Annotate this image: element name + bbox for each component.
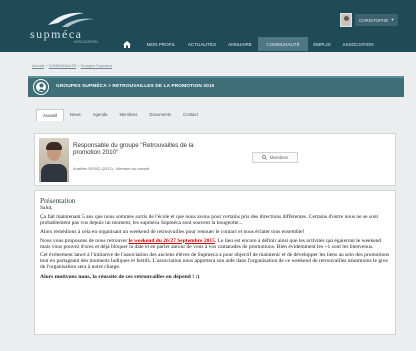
search-icon <box>261 155 267 160</box>
user-name-dropdown[interactable]: CHRISTOPHE ▾ <box>355 14 398 26</box>
group-emblem-icon <box>38 83 44 91</box>
chevron-down-icon: ▾ <box>391 17 394 22</box>
home-icon <box>123 40 131 48</box>
avatar[interactable] <box>340 13 352 27</box>
tab-agenda[interactable]: Agenda <box>87 109 114 121</box>
supmeca-logo[interactable]: supméca ASSOCIATION <box>30 9 110 44</box>
tab-contact[interactable]: Contact <box>177 109 204 121</box>
group-icon <box>34 80 48 94</box>
manager-role: Responsable du groupe "Retrouvailles de … <box>73 142 194 156</box>
presentation-greeting: Salut, <box>40 205 53 211</box>
presentation-paragraph-1: Ça fait maintenant 5 ans que nous sommes… <box>40 213 379 226</box>
site-header: supméca ASSOCIATION CHRISTOPHE ▾ MON PRO… <box>0 0 416 52</box>
logo-swirl-icon <box>48 12 94 27</box>
logo-subtext: ASSOCIATION <box>74 40 98 44</box>
presentation-panel: Présentation Salut, Ça fait maintenant 5… <box>34 190 396 335</box>
user-name: CHRISTOPHE <box>359 17 389 23</box>
group-tabs: Accueil News Agenda Membres Documents Co… <box>36 109 204 121</box>
nav-communaute[interactable]: COMMUNAUTÉ <box>258 37 308 51</box>
nav-home[interactable] <box>114 37 140 51</box>
manager-photo[interactable] <box>39 138 69 182</box>
manager-name: Aurélien RISSO (2012) - Membre du consei… <box>73 166 149 171</box>
presentation-paragraph-2: Alors remédions à cela en organisant un … <box>40 228 305 235</box>
main-nav: MON PROFIL ACTUALITÉS ANNUAIRE COMMUNAUT… <box>114 37 380 51</box>
nav-emploi[interactable]: EMPLOI <box>308 37 336 51</box>
presentation-paragraph-3: Nous vous proposons de nous retrouver le… <box>40 238 390 251</box>
group-banner: GROUPES SUPMÉCA > RETROUVAILLES DE LA PR… <box>28 76 404 97</box>
tab-membres[interactable]: Membres <box>113 109 143 121</box>
tab-news[interactable]: News <box>64 109 87 121</box>
members-button-label: Membres <box>269 155 289 160</box>
breadcrumb: Accueil > COMMUNAUTÉ > Groupes Supméca <box>32 64 113 68</box>
breadcrumb-home[interactable]: Accueil <box>32 64 44 68</box>
members-button[interactable]: Membres <box>252 152 298 163</box>
nav-annuaire[interactable]: ANNUAIRE <box>222 37 258 51</box>
presentation-paragraph-4: Cet événement lancé à l'initiative de l'… <box>40 252 390 271</box>
tab-documents[interactable]: Documents <box>143 109 177 121</box>
nav-association[interactable]: ASSOCIATION <box>336 37 380 51</box>
nav-actualites[interactable]: ACTUALITÉS <box>182 37 222 51</box>
user-menu[interactable]: CHRISTOPHE ▾ <box>340 13 398 27</box>
breadcrumb-communaute[interactable]: COMMUNAUTÉ <box>49 64 77 68</box>
tab-accueil[interactable]: Accueil <box>36 109 64 121</box>
breadcrumb-groupes[interactable]: Groupes Supméca <box>81 64 113 68</box>
manager-name-text[interactable]: Aurélien RISSO (2012) - <box>73 166 115 171</box>
nav-mon-profil[interactable]: MON PROFIL <box>140 37 182 51</box>
group-title: GROUPES SUPMÉCA > RETROUVAILLES DE LA PR… <box>56 84 215 89</box>
presentation-title: Présentation <box>40 197 76 205</box>
presentation-closing: Alors motivons nous, la réussite de ces … <box>40 274 200 281</box>
group-manager-card: Responsable du groupe "Retrouvailles de … <box>34 133 396 186</box>
manager-title: Membre du conseil <box>116 166 150 171</box>
